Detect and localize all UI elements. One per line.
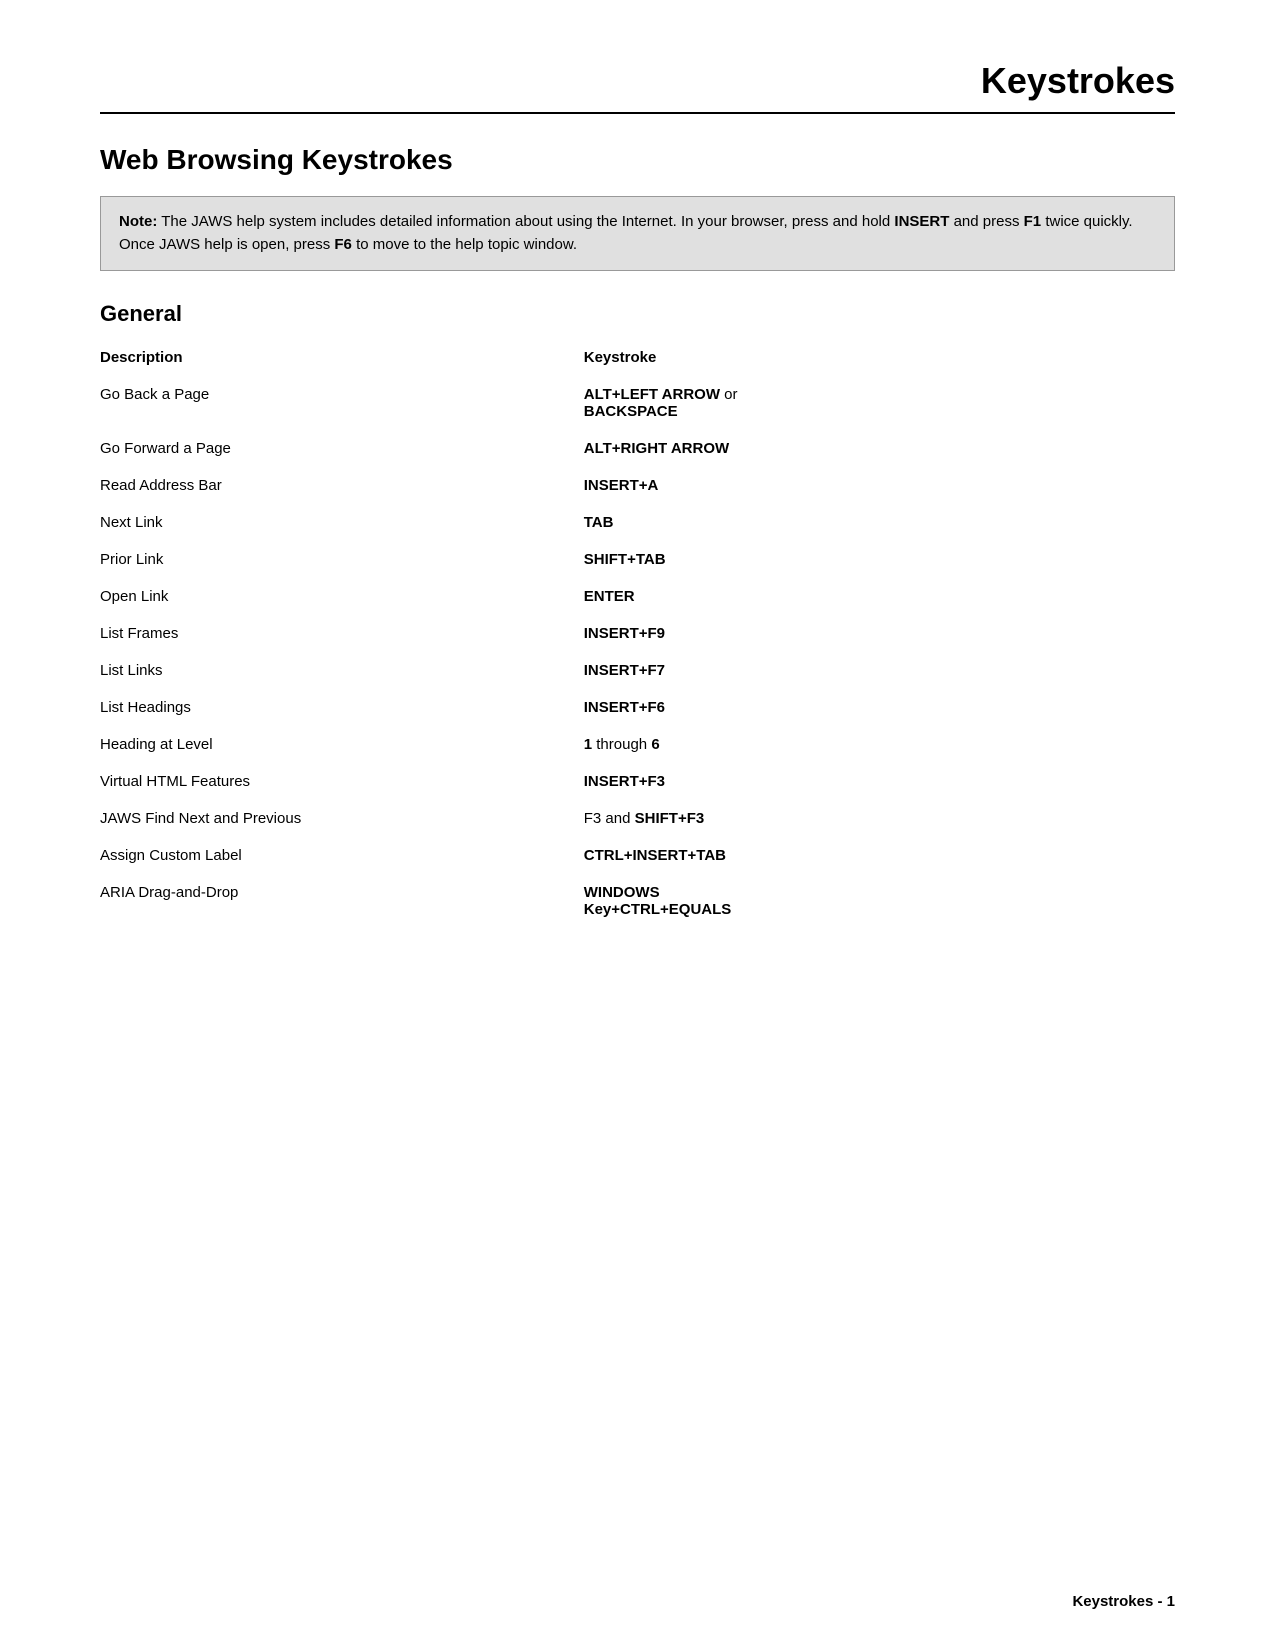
note-text-1: The JAWS help system includes detailed i…: [157, 213, 894, 230]
main-title: Web Browsing Keystrokes: [100, 144, 1175, 176]
row-keystroke: 1 through 6: [584, 726, 1175, 763]
keystrokes-table: Description Keystroke Go Back a PageALT+…: [100, 343, 1175, 928]
row-keystroke: INSERT+A: [584, 467, 1175, 504]
row-keystroke: INSERT+F3: [584, 763, 1175, 800]
row-description: JAWS Find Next and Previous: [100, 800, 584, 837]
row-description: Virtual HTML Features: [100, 763, 584, 800]
row-description: Go Forward a Page: [100, 430, 584, 467]
table-row: List LinksINSERT+F7: [100, 652, 1175, 689]
row-description: List Frames: [100, 615, 584, 652]
row-keystroke: SHIFT+TAB: [584, 541, 1175, 578]
table-row: Read Address BarINSERT+A: [100, 467, 1175, 504]
row-keystroke: ALT+RIGHT ARROW: [584, 430, 1175, 467]
row-keystroke: F3 and SHIFT+F3: [584, 800, 1175, 837]
row-description: List Headings: [100, 689, 584, 726]
row-keystroke: CTRL+INSERT+TAB: [584, 837, 1175, 874]
table-row: Assign Custom LabelCTRL+INSERT+TAB: [100, 837, 1175, 874]
page-footer: Keystrokes - 1: [1072, 1593, 1175, 1610]
table-row: Go Forward a PageALT+RIGHT ARROW: [100, 430, 1175, 467]
table-header-row: Description Keystroke: [100, 343, 1175, 376]
note-text-2: and press: [949, 213, 1023, 230]
row-description: Heading at Level: [100, 726, 584, 763]
row-keystroke: ALT+LEFT ARROW orBACKSPACE: [584, 376, 1175, 430]
col-header-keystroke: Keystroke: [584, 343, 1175, 376]
row-description: Assign Custom Label: [100, 837, 584, 874]
note-box: Note: The JAWS help system includes deta…: [100, 196, 1175, 271]
row-keystroke: INSERT+F7: [584, 652, 1175, 689]
note-bold-2: F1: [1024, 213, 1042, 230]
row-description: Open Link: [100, 578, 584, 615]
table-row: List FramesINSERT+F9: [100, 615, 1175, 652]
row-keystroke: INSERT+F9: [584, 615, 1175, 652]
note-label: Note:: [119, 213, 157, 230]
row-description: Next Link: [100, 504, 584, 541]
row-description: List Links: [100, 652, 584, 689]
row-keystroke: INSERT+F6: [584, 689, 1175, 726]
row-description: Go Back a Page: [100, 376, 584, 430]
page-header: Keystrokes: [100, 60, 1175, 114]
page-container: Keystrokes Web Browsing Keystrokes Note:…: [0, 0, 1275, 1048]
table-row: Heading at Level1 through 6: [100, 726, 1175, 763]
row-keystroke: WINDOWSKey+CTRL+EQUALS: [584, 874, 1175, 928]
note-text-4: to move to the help topic window.: [352, 236, 577, 253]
table-row: JAWS Find Next and PreviousF3 and SHIFT+…: [100, 800, 1175, 837]
table-row: ARIA Drag-and-DropWINDOWSKey+CTRL+EQUALS: [100, 874, 1175, 928]
page-title: Keystrokes: [100, 60, 1175, 102]
table-row: Open LinkENTER: [100, 578, 1175, 615]
table-row: Prior LinkSHIFT+TAB: [100, 541, 1175, 578]
col-header-description: Description: [100, 343, 584, 376]
note-bold-1: INSERT: [894, 213, 949, 230]
row-description: ARIA Drag-and-Drop: [100, 874, 584, 928]
row-keystroke: TAB: [584, 504, 1175, 541]
footer-text: Keystrokes - 1: [1072, 1593, 1175, 1610]
row-description: Prior Link: [100, 541, 584, 578]
table-row: Next LinkTAB: [100, 504, 1175, 541]
row-description: Read Address Bar: [100, 467, 584, 504]
table-row: Go Back a PageALT+LEFT ARROW orBACKSPACE: [100, 376, 1175, 430]
section-heading: General: [100, 301, 1175, 327]
row-keystroke: ENTER: [584, 578, 1175, 615]
table-row: List HeadingsINSERT+F6: [100, 689, 1175, 726]
table-row: Virtual HTML FeaturesINSERT+F3: [100, 763, 1175, 800]
note-bold-3: F6: [334, 236, 352, 253]
